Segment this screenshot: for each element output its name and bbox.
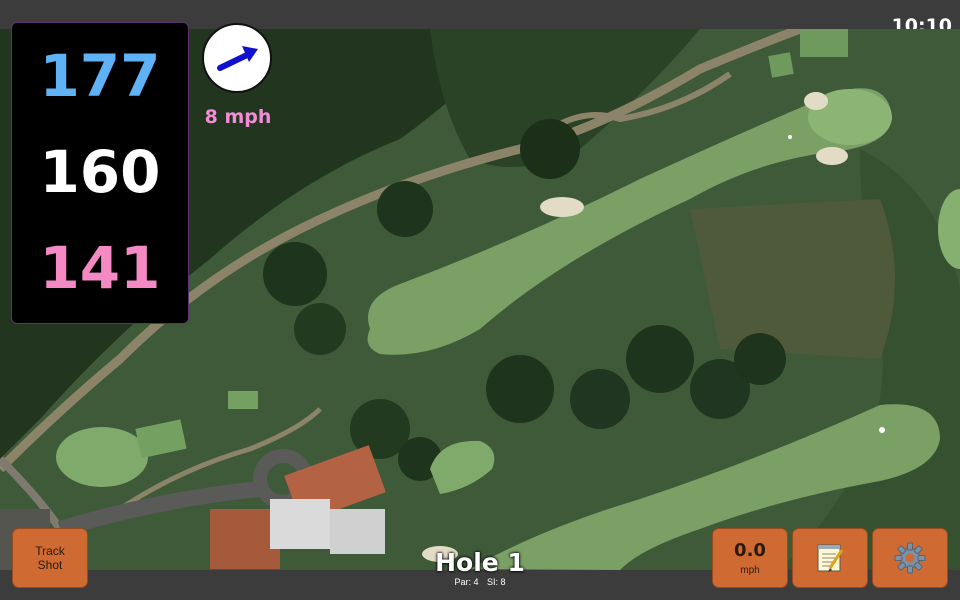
speed-value: 0.0	[734, 540, 766, 561]
notepad-icon	[817, 544, 844, 572]
track-shot-button[interactable]: Track Shot	[12, 528, 88, 588]
hole-meta: Par: 4 SI: 8	[380, 577, 580, 587]
wind-direction-arrow-icon	[217, 46, 258, 71]
track-shot-label: Track Shot	[35, 543, 65, 572]
speed-button[interactable]: 0.0 mph	[712, 528, 788, 588]
distance-front: 141	[39, 234, 161, 302]
wind-speed: 8 mph	[204, 106, 272, 128]
hole-par: Par: 4	[454, 577, 479, 587]
speed-unit: mph	[740, 565, 760, 576]
distance-middle: 160	[39, 138, 161, 206]
hole-stroke-index: SI: 8	[487, 577, 506, 587]
hole-title: Hole 1	[435, 548, 525, 577]
settings-button[interactable]	[872, 528, 948, 588]
distance-panel: 177 160 141	[11, 22, 189, 324]
distance-back: 177	[39, 42, 161, 110]
wind-compass	[202, 23, 272, 93]
gear-icon	[894, 542, 926, 574]
notes-button[interactable]	[792, 528, 868, 588]
